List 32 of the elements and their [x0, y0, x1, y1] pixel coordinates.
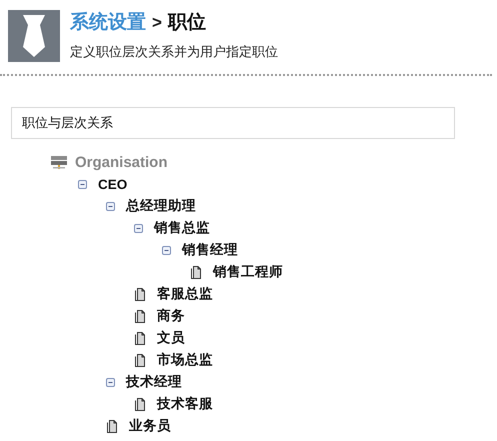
document-icon [134, 354, 146, 366]
tree-item[interactable]: Organisation [75, 154, 168, 170]
tree-item[interactable]: CEO [98, 176, 128, 192]
document-icon [134, 310, 146, 322]
tie-icon [8, 10, 60, 62]
tree-item[interactable]: 销售经理 [182, 241, 238, 259]
collapse-icon[interactable] [106, 378, 115, 386]
tree-item[interactable]: 技术客服 [157, 395, 213, 413]
breadcrumb-link[interactable]: 系统设置 [70, 9, 146, 35]
collapse-icon[interactable] [134, 224, 143, 232]
panel-header: 职位与层次关系 [11, 107, 455, 139]
document-icon [134, 288, 146, 300]
collapse-icon[interactable] [162, 246, 171, 254]
page-title: 职位 [168, 11, 206, 35]
server-icon [50, 155, 68, 169]
tree-item[interactable]: 市场总监 [157, 351, 213, 369]
collapse-icon[interactable] [106, 202, 115, 210]
tree-item[interactable]: 总经理助理 [126, 197, 196, 215]
breadcrumb-separator: > [152, 13, 162, 33]
tree-item[interactable]: 业务员 [129, 417, 171, 435]
tree-item[interactable]: 文员 [157, 329, 185, 347]
tree-item[interactable]: 销售总监 [154, 219, 210, 237]
page-subtitle: 定义职位层次关系并为用户指定职位 [70, 43, 278, 61]
document-icon [134, 332, 146, 344]
tree-item[interactable]: 技术经理 [126, 373, 182, 391]
document-icon [134, 398, 146, 410]
collapse-icon[interactable] [78, 180, 87, 188]
tree-item[interactable]: 商务 [157, 307, 185, 325]
document-icon [190, 266, 202, 278]
tree-item[interactable]: 客服总监 [157, 285, 213, 303]
document-icon [106, 420, 118, 432]
tree-item[interactable]: 销售工程师 [213, 263, 283, 281]
